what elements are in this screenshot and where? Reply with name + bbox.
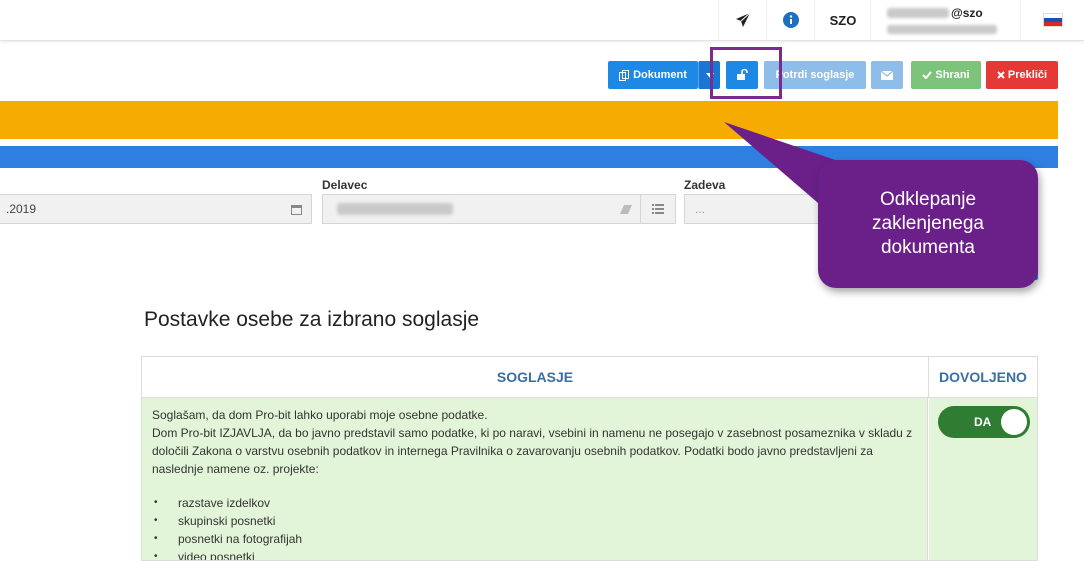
- list-item: skupinski posnetki: [154, 512, 917, 530]
- language-button[interactable]: [1020, 0, 1084, 40]
- callout-line: Odklepanje: [879, 189, 977, 210]
- allowed-toggle[interactable]: DA: [938, 406, 1030, 438]
- save-button-label: Shrani: [935, 69, 970, 81]
- organization-label[interactable]: SZO: [814, 0, 871, 40]
- blurred-user-name: [887, 25, 997, 34]
- worker-field[interactable]: [322, 194, 676, 224]
- list-item: razstave izdelkov: [154, 494, 917, 512]
- check-icon: [922, 71, 933, 79]
- blurred-username: [887, 8, 949, 18]
- consent-text-paragraph: Dom Pro-bit IZJAVLJA, da bo javno predst…: [152, 426, 913, 476]
- column-header-allowed: DOVOLJENO: [929, 357, 1037, 398]
- toggle-knob: [1001, 409, 1027, 435]
- slovenia-flag-icon: [1043, 13, 1063, 27]
- unlock-highlight-box: [710, 47, 782, 99]
- user-email-suffix: @szo: [951, 6, 983, 20]
- blurred-worker-name: [337, 203, 453, 215]
- list-icon[interactable]: [640, 195, 675, 223]
- user-menu[interactable]: @szo: [870, 0, 1020, 40]
- date-field[interactable]: .2019: [0, 194, 312, 224]
- info-circle-icon: [783, 12, 799, 28]
- cancel-button-label: Prekliči: [1007, 69, 1048, 81]
- allowed-cell: DA: [929, 398, 1037, 560]
- toggle-label: DA: [974, 415, 992, 429]
- document-button-label: Dokument: [633, 69, 687, 81]
- status-band-orange: [0, 101, 1058, 139]
- column-header-consent: SOGLASJE: [142, 357, 929, 398]
- email-button[interactable]: [871, 61, 903, 89]
- purpose-list: razstave izdelkov skupinski posnetki pos…: [152, 494, 917, 560]
- unlock-callout: Odklepanje zaklenjenega dokumenta: [818, 160, 1038, 288]
- consent-text-line1: Soglašam, da dom Pro-bit lahko uporabi m…: [152, 408, 488, 422]
- subject-label: Zadeva: [684, 178, 726, 192]
- consent-table: SOGLASJE DOVOLJENO Soglašam, da dom Pro-…: [141, 356, 1038, 561]
- callout-line: zaklenjenega: [872, 213, 984, 234]
- list-item: video posnetki: [154, 548, 917, 560]
- close-icon: [997, 71, 1005, 79]
- date-value: .2019: [6, 202, 37, 216]
- document-button[interactable]: Dokument: [608, 61, 698, 89]
- info-button[interactable]: [766, 0, 815, 40]
- eraser-icon[interactable]: [611, 195, 641, 223]
- cancel-button[interactable]: Prekliči: [986, 61, 1058, 89]
- save-button[interactable]: Shrani: [911, 61, 981, 89]
- send-button[interactable]: [718, 0, 767, 40]
- callout-line: dokumenta: [880, 237, 975, 258]
- paper-plane-icon: [736, 12, 751, 27]
- top-bar: SZO @szo: [0, 0, 1084, 41]
- section-title: Postavke osebe za izbrano soglasje: [144, 308, 480, 331]
- consent-text-cell: Soglašam, da dom Pro-bit lahko uporabi m…: [142, 398, 928, 560]
- worker-label: Delavec: [322, 178, 368, 192]
- subject-placeholder: ...: [695, 202, 706, 216]
- calendar-icon[interactable]: [281, 195, 311, 223]
- copy-icon: [619, 69, 630, 81]
- envelope-icon: [881, 70, 893, 80]
- list-item: posnetki na fotografijah: [154, 530, 917, 548]
